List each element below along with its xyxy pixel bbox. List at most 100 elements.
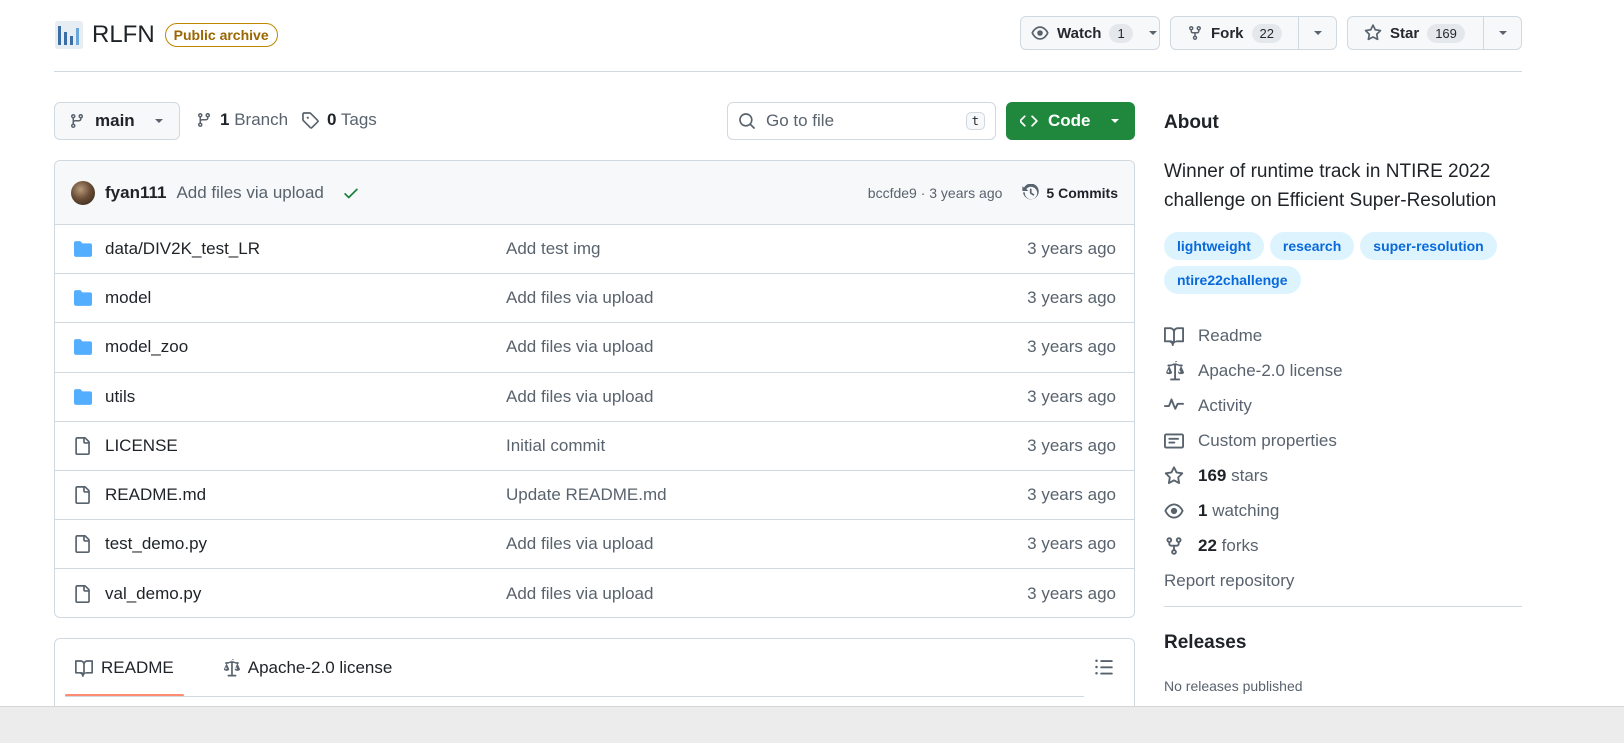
code-label: Code — [1048, 111, 1091, 130]
list-outline-icon[interactable] — [1094, 657, 1114, 677]
tab-readme-label: README — [101, 658, 174, 677]
watch-button[interactable]: Watch 1 — [1021, 17, 1147, 49]
avatar[interactable] — [71, 180, 95, 205]
topic-tag[interactable]: lightweight — [1164, 232, 1264, 260]
file-row[interactable]: README.md Update README.md 3 years ago — [55, 471, 1134, 521]
file-commit-message-link[interactable]: Update README.md — [506, 485, 667, 505]
file-name-link[interactable]: val_demo.py — [105, 584, 506, 604]
file-icon-wrap — [73, 584, 95, 604]
file-row[interactable]: val_demo.py Add files via upload 3 years a… — [55, 569, 1134, 617]
commit-message-link[interactable]: Add files via upload — [176, 183, 323, 203]
readme-tabs-divider — [65, 696, 1084, 697]
file-row[interactable]: model Add files via upload 3 years ago — [55, 274, 1134, 324]
topic-tag[interactable]: ntire22challenge — [1164, 266, 1301, 294]
eye-icon — [1031, 26, 1049, 40]
fork-dropdown-button[interactable] — [1298, 17, 1336, 49]
forks-link[interactable]: 22 forks — [1164, 528, 1522, 563]
file-name-link[interactable]: LICENSE — [105, 436, 506, 456]
file-commit-message-link[interactable]: Add files via upload — [506, 387, 653, 407]
fork-button-group: Fork 22 — [1170, 16, 1337, 50]
topic-tag[interactable]: research — [1269, 232, 1355, 260]
fork-button[interactable]: Fork 22 — [1171, 17, 1298, 49]
readme-tabs: README Apache-2.0 license — [65, 639, 402, 697]
report-repository-link[interactable]: Report repository — [1164, 563, 1522, 598]
file-commit-date: 3 years ago — [1027, 386, 1116, 406]
file-name-link[interactable]: model_zoo — [105, 337, 506, 357]
go-to-file-placeholder: Go to file — [766, 111, 835, 130]
eye-icon — [1164, 503, 1184, 518]
license-link-label: Apache-2.0 license — [1198, 360, 1343, 380]
fork-icon — [1189, 25, 1201, 41]
file-name-link[interactable]: data/DIV2K_test_LR — [105, 239, 506, 259]
watching-count: 1 — [1198, 500, 1208, 520]
file-name-link[interactable]: model — [105, 288, 506, 308]
custom-properties-label: Custom properties — [1198, 430, 1337, 450]
file-commit-message-link[interactable]: Add test img — [506, 239, 601, 259]
releases-heading[interactable]: Releases — [1164, 632, 1246, 654]
about-heading: About — [1164, 112, 1219, 133]
file-browser: fyan111 Add files via upload bccfde9 · 3… — [54, 160, 1135, 618]
watch-button-group: Watch 1 — [1020, 16, 1160, 50]
star-button-group: Star 169 — [1347, 16, 1522, 50]
activity-link[interactable]: Activity — [1164, 388, 1522, 423]
check-icon[interactable] — [342, 184, 360, 202]
folder-icon — [74, 339, 92, 356]
file-commit-date: 3 years ago — [1027, 534, 1116, 554]
tab-readme[interactable]: README — [65, 639, 184, 697]
file-name-link[interactable]: utils — [105, 387, 506, 407]
folder-icon-wrap — [73, 388, 95, 406]
sidebar-divider — [1164, 606, 1522, 607]
caret-down-icon — [1111, 119, 1119, 123]
file-row[interactable]: LICENSE Initial commit 3 years ago — [55, 422, 1134, 471]
file-row[interactable]: utils Add files via upload 3 years ago — [55, 373, 1134, 422]
watching-link[interactable]: 1 watching — [1164, 493, 1522, 528]
file-list: data/DIV2K_test_LR Add test img 3 years ag… — [55, 225, 1134, 617]
license-link[interactable]: Apache-2.0 license — [1164, 353, 1522, 388]
search-icon — [739, 113, 755, 129]
branch-icon — [71, 113, 83, 129]
caret-down-icon — [1148, 31, 1157, 35]
file-commit-message-link[interactable]: Add files via upload — [506, 534, 653, 554]
commits-count-label: 5 Commits — [1046, 184, 1118, 201]
file-name-link[interactable]: README.md — [105, 485, 506, 505]
tags-link[interactable]: 0 Tags — [301, 110, 377, 130]
go-to-file-input[interactable]: Go to file t — [727, 102, 996, 140]
report-repository-label: Report repository — [1164, 570, 1295, 590]
branch-selector-button[interactable]: main — [54, 102, 180, 140]
about-links: Readme Apache-2.0 license Activity Custo… — [1164, 318, 1522, 598]
star-label: Star — [1390, 24, 1420, 42]
file-commit-date: 3 years ago — [1027, 288, 1116, 308]
file-commit-message-link[interactable]: Initial commit — [506, 436, 605, 456]
star-button[interactable]: Star 169 — [1348, 17, 1483, 49]
watch-count: 1 — [1109, 23, 1133, 43]
file-row[interactable]: data/DIV2K_test_LR Add test img 3 years ag… — [55, 225, 1134, 275]
file-row[interactable]: model_zoo Add files via upload 3 years ago — [55, 323, 1134, 373]
file-icon-wrap — [73, 436, 95, 456]
commit-hash-time[interactable]: bccfde9 · 3 years ago — [868, 185, 1003, 201]
commit-author-link[interactable]: fyan111 — [105, 183, 166, 203]
tab-license[interactable]: Apache-2.0 license — [212, 639, 403, 697]
readme-link-label: Readme — [1198, 325, 1263, 345]
star-dropdown-button[interactable] — [1483, 17, 1521, 49]
custom-properties-link[interactable]: Custom properties — [1164, 423, 1522, 458]
file-row[interactable]: test_demo.py Add files via upload 3 years … — [55, 520, 1134, 570]
stars-link[interactable]: 169 stars — [1164, 458, 1522, 493]
file-commit-message-link[interactable]: Add files via upload — [506, 288, 653, 308]
watch-dropdown-button[interactable] — [1147, 17, 1159, 49]
branches-link[interactable]: 1 Branch — [196, 110, 288, 130]
star-icon — [1164, 465, 1184, 484]
file-name-link[interactable]: test_demo.py — [105, 534, 506, 554]
file-commit-message-link[interactable]: Add files via upload — [506, 337, 653, 357]
topic-list: lightweight research super-resolution ntire… — [1164, 232, 1522, 294]
star-icon — [1364, 24, 1382, 41]
code-button[interactable]: Code — [1006, 102, 1135, 140]
repo-logo-icon — [55, 21, 83, 49]
repo-header: RLFN Public archive Watch 1 Fork 22 Star… — [54, 16, 1522, 72]
repo-name-link[interactable]: RLFN — [92, 21, 155, 49]
tag-icon — [302, 112, 319, 129]
commits-history-link[interactable]: 5 Commits — [1022, 183, 1118, 202]
topic-tag[interactable]: super-resolution — [1360, 232, 1497, 260]
file-commit-message-link[interactable]: Add files via upload — [506, 584, 653, 604]
readme-link[interactable]: Readme — [1164, 318, 1522, 353]
about-description: Winner of runtime track in NTIRE 2022 ch… — [1164, 161, 1497, 211]
